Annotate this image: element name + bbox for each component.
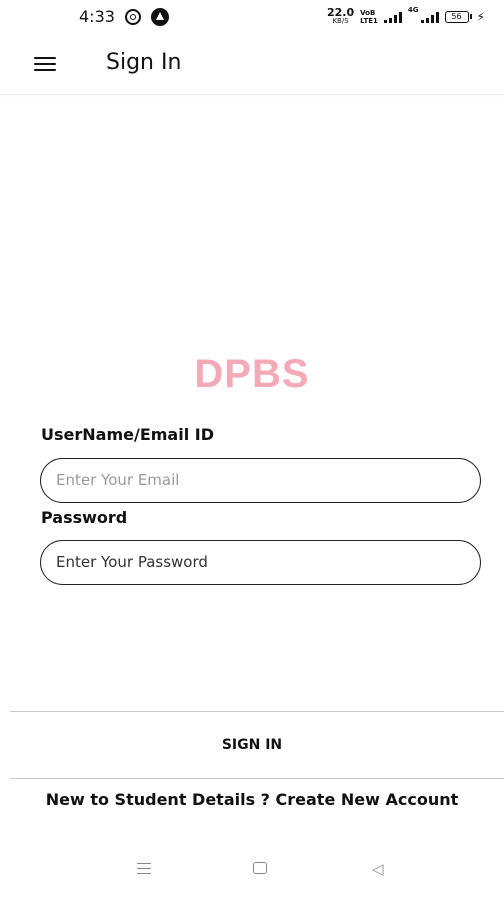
status-bar: 4:33 22.0 KB/S VoB LTE1 4G 56 ⚡ [0, 0, 504, 36]
username-label: UserName/Email ID [41, 425, 214, 444]
signal-4g-label: 4G [407, 6, 419, 14]
system-navigation-bar: ◁ [0, 840, 504, 898]
password-label: Password [41, 508, 128, 527]
back-icon[interactable]: ◁ [372, 860, 384, 878]
whatsapp-icon [125, 9, 141, 25]
email-field-container [40, 458, 481, 503]
password-input[interactable] [56, 541, 466, 583]
volte-indicator: VoB LTE1 [360, 9, 378, 25]
network-speed-unit: KB/S [332, 17, 349, 25]
signal-icon [383, 11, 402, 23]
email-input[interactable] [56, 459, 466, 501]
home-icon[interactable] [253, 862, 267, 874]
battery-level: 56 [451, 12, 462, 21]
app-bar: Sign In [0, 36, 504, 95]
charging-bolt-icon: ⚡ [476, 10, 485, 24]
volte-bottom: LTE1 [360, 17, 378, 25]
network-speed: 22.0 KB/S [327, 6, 355, 26]
signal-4g-icon [420, 11, 439, 23]
divider-bottom [10, 778, 504, 779]
page-title: Sign In [106, 50, 182, 75]
status-time: 4:33 [79, 7, 115, 26]
network-speed-value: 22.0 [327, 6, 355, 19]
navigation-app-icon [151, 8, 169, 26]
create-account-link[interactable]: New to Student Details ? Create New Acco… [0, 790, 504, 809]
volte-top: VoB [360, 9, 376, 17]
sign-in-button[interactable]: SIGN IN [0, 712, 504, 778]
status-indicators: 22.0 KB/S VoB LTE1 4G 56 ⚡ [327, 6, 485, 28]
app-logo-text: DPBS [194, 352, 310, 396]
password-field-container [40, 540, 481, 585]
recents-icon[interactable] [137, 863, 151, 875]
hamburger-menu-icon[interactable] [34, 57, 56, 72]
battery-icon: 56 [444, 11, 472, 23]
